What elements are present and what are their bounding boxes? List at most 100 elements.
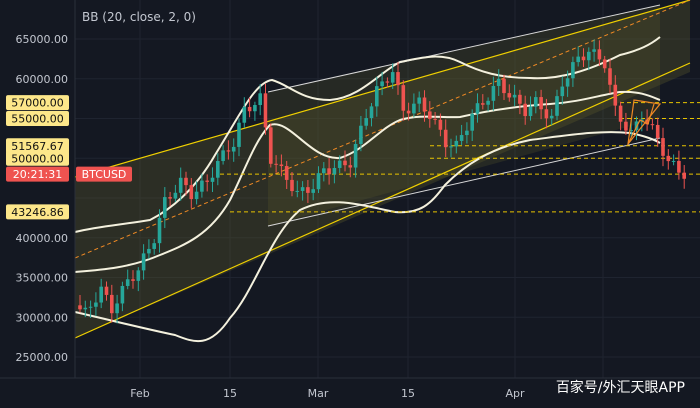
level-tag: 57000.00: [6, 95, 69, 111]
candle-body: [231, 146, 236, 152]
candle-body: [496, 78, 501, 86]
level-tag: 50000.00: [6, 150, 69, 166]
candle-body: [306, 187, 310, 193]
candle-body: [454, 140, 459, 147]
candle-body: [602, 59, 607, 69]
candle-body: [417, 97, 421, 104]
candle-body: [216, 161, 220, 178]
candle-body: [157, 217, 162, 244]
candle-body: [311, 189, 315, 193]
candle-body: [125, 279, 130, 286]
candle-body: [682, 172, 686, 179]
candle-body: [422, 97, 427, 112]
candle-body: [348, 165, 353, 168]
candle-body: [428, 111, 432, 119]
candle-body: [168, 197, 172, 199]
candle-body: [274, 163, 278, 165]
candle-body: [88, 306, 93, 308]
candle-body: [242, 106, 247, 123]
candle-body: [327, 168, 331, 175]
candle-body: [353, 143, 358, 168]
y-tick-label: 60000.00: [16, 73, 69, 86]
candle-body: [343, 160, 347, 166]
candle-body: [253, 105, 257, 112]
current-price-tag: 20:21:31 BTCUSD: [6, 166, 132, 182]
candle-body: [136, 270, 141, 281]
candle-body: [385, 81, 390, 83]
x-tick-label: 15: [401, 387, 415, 400]
candle-body: [555, 96, 559, 116]
candle-body: [284, 166, 289, 180]
candle-body: [613, 84, 618, 106]
candle-body: [316, 173, 321, 190]
candle-body: [205, 180, 209, 182]
candle-body: [624, 121, 628, 131]
candle-body: [163, 197, 167, 218]
candle-body: [560, 86, 565, 97]
candle-body: [269, 127, 273, 164]
candle-body: [518, 94, 522, 104]
candle-body: [396, 72, 400, 86]
candle-body: [110, 294, 114, 314]
candle-body: [141, 253, 146, 271]
candle-body: [189, 185, 194, 200]
candle-body: [433, 118, 437, 120]
candle-body: [565, 78, 570, 87]
chart-root: 65000.00 60000.00 40000.00 35000.00 30000.00…: [0, 0, 700, 408]
candle-body: [512, 94, 517, 98]
candle-body: [115, 303, 119, 314]
candle-body: [104, 286, 109, 295]
candle-body: [576, 56, 580, 63]
candle-body: [475, 103, 480, 114]
candle-body: [539, 97, 543, 110]
candle-body: [364, 118, 368, 126]
candle-body: [375, 86, 379, 107]
candle-body: [184, 177, 188, 186]
candle-body: [534, 97, 538, 107]
candle-body: [120, 285, 125, 304]
candle-body: [406, 110, 411, 114]
candle-body: [507, 93, 512, 98]
candle-body: [131, 279, 135, 281]
candle-body: [481, 103, 485, 105]
candle-body: [226, 150, 231, 152]
x-tick-label: Mar: [308, 387, 329, 400]
candle-body: [671, 160, 676, 162]
candle-body: [369, 106, 374, 119]
candle-body: [449, 146, 453, 148]
candle-body: [152, 243, 156, 249]
candle-body: [194, 191, 199, 200]
candle-body: [491, 85, 496, 101]
y-tick-label: 30000.00: [16, 311, 69, 324]
candle-body: [99, 286, 103, 303]
candle-body: [263, 93, 268, 128]
candle-body: [677, 160, 681, 173]
candle-body: [359, 125, 363, 144]
candle-body: [655, 124, 660, 139]
candle-body: [221, 150, 225, 162]
candle-body: [401, 85, 406, 111]
candle-body: [544, 109, 549, 119]
candle-body: [258, 93, 262, 106]
candle-body: [443, 129, 448, 148]
candle-body: [597, 49, 602, 60]
candle-body: [337, 160, 342, 168]
candle-body: [247, 106, 252, 112]
candle-body: [78, 305, 82, 310]
candle-body: [523, 103, 527, 117]
y-tick-label: 65000.00: [16, 33, 69, 46]
candle-body: [608, 68, 612, 85]
candle-body: [279, 164, 284, 167]
candle-body: [618, 105, 623, 122]
price-time-label: 20:21:31: [13, 168, 62, 181]
price-chart[interactable]: 65000.00 60000.00 40000.00 35000.00 30000.00…: [0, 0, 700, 408]
candle-body: [650, 124, 655, 126]
x-tick-label: Feb: [130, 387, 149, 400]
study-title[interactable]: BB (20, close, 2, 0): [82, 10, 196, 24]
candle-body: [290, 179, 294, 192]
candle-body: [178, 177, 183, 193]
candle-body: [173, 192, 178, 199]
candle-body: [412, 103, 416, 114]
candle-body: [438, 119, 443, 130]
candle-body: [332, 167, 337, 175]
